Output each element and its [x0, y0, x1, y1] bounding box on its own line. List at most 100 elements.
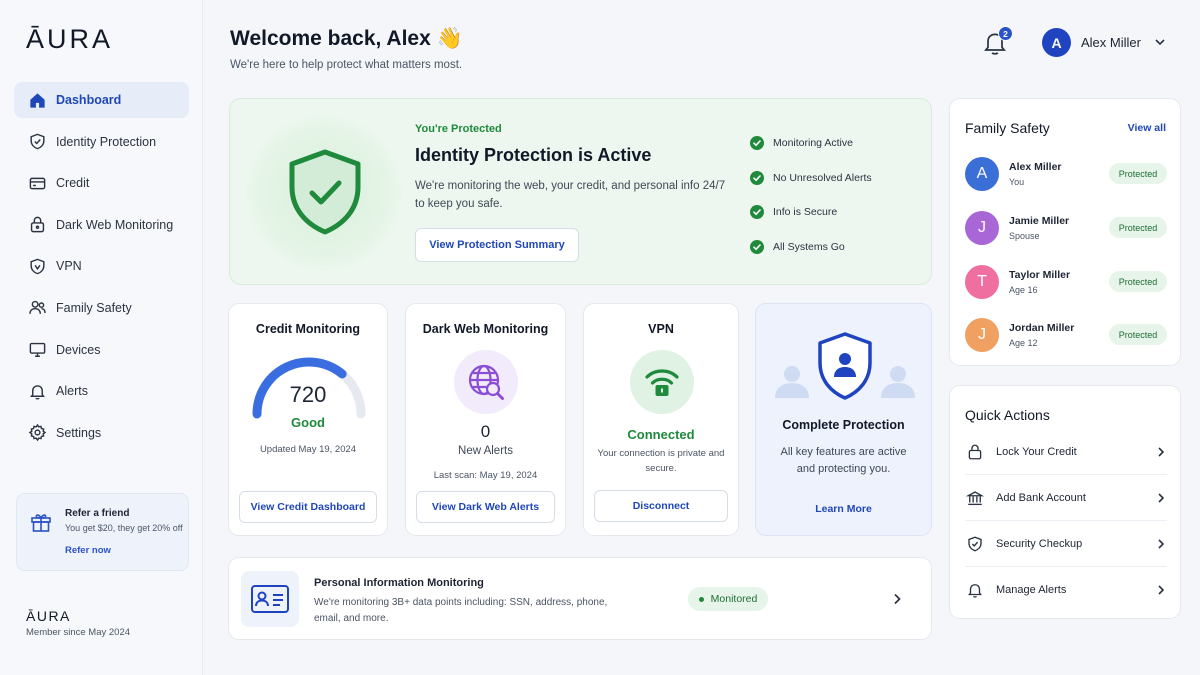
- globe-search-illustration: [454, 350, 518, 414]
- vpn-status: Connected: [627, 427, 695, 442]
- view-all-link[interactable]: View all: [1128, 122, 1166, 134]
- id-card-icon: [251, 585, 289, 613]
- protection-description: We're monitoring the web, your credit, a…: [415, 180, 726, 210]
- vpn-shield-icon: [27, 256, 47, 276]
- protection-status-card: You're Protected Identity Protection is …: [229, 98, 932, 285]
- sidebar: ĀURA Dashboard Identity Protection Credi…: [0, 0, 203, 675]
- user-name[interactable]: Alex Miller: [1081, 35, 1141, 50]
- quick-action-lock-credit[interactable]: Lock Your Credit: [965, 429, 1167, 475]
- panel-title: Quick Actions: [965, 407, 1050, 423]
- personal-information-monitoring-card[interactable]: Personal Information Monitoring We're mo…: [228, 557, 932, 640]
- family-member-row[interactable]: A Alex Miller You Protected: [965, 157, 1167, 193]
- protected-badge: Protected: [1109, 271, 1167, 292]
- vpn-description: Your connection is private and secure.: [597, 448, 725, 474]
- check-item: Monitoring Active: [750, 135, 872, 151]
- page-subtitle: We're here to help protect what matters …: [230, 59, 463, 71]
- sidebar-nav: Dashboard Identity Protection Credit Dar…: [14, 82, 189, 456]
- family-member-row[interactable]: T Taylor Miller Age 16 Protected: [965, 265, 1167, 301]
- credit-updated: Updated May 19, 2024: [259, 444, 357, 455]
- sidebar-item-vpn[interactable]: VPN: [14, 248, 189, 284]
- family-shield-illustration: [775, 332, 915, 400]
- sidebar-item-label: Devices: [56, 342, 101, 357]
- gift-icon: [31, 514, 51, 532]
- check-circle-icon: [750, 240, 764, 255]
- sidebar-item-identity-protection[interactable]: Identity Protection: [14, 124, 189, 160]
- sidebar-item-alerts[interactable]: Alerts: [14, 373, 189, 409]
- sidebar-item-dashboard[interactable]: Dashboard: [14, 82, 189, 118]
- sidebar-item-dark-web-monitoring[interactable]: Dark Web Monitoring: [14, 207, 189, 243]
- protected-badge: Protected: [1109, 217, 1167, 238]
- bell-icon: [965, 580, 985, 600]
- protected-badge: Protected: [1109, 163, 1167, 184]
- protection-checklist: Monitoring Active No Unresolved Alerts I…: [750, 135, 872, 274]
- chevron-right-icon: [1158, 585, 1165, 595]
- user-avatar[interactable]: A: [1042, 28, 1071, 57]
- complete-protection-title: Complete Protection: [782, 418, 905, 432]
- aura-logo[interactable]: ĀURA: [26, 24, 113, 55]
- learn-more-link[interactable]: Learn More: [756, 503, 931, 515]
- shield-check-icon: [965, 534, 985, 554]
- dark-web-alert-count: 0: [480, 422, 491, 441]
- sidebar-item-settings[interactable]: Settings: [14, 415, 189, 451]
- protection-title: Identity Protection is Active: [415, 145, 652, 165]
- protected-badge: Protected: [1109, 324, 1167, 345]
- globe-search-icon: [468, 364, 504, 400]
- refer-now-link[interactable]: Refer now: [65, 545, 111, 556]
- sidebar-item-label: Settings: [56, 425, 102, 440]
- vpn-card: VPN Connected Your connection is private…: [583, 303, 739, 536]
- chevron-right-icon[interactable]: [890, 592, 904, 606]
- lock-icon: [27, 215, 47, 235]
- sidebar-item-label: Identity Protection: [56, 134, 157, 149]
- chevron-right-icon: [1158, 492, 1165, 503]
- view-credit-dashboard-button[interactable]: View Credit Dashboard: [239, 491, 377, 523]
- avatar: T: [965, 265, 999, 299]
- complete-protection-card: Complete Protection All key features are…: [755, 303, 932, 536]
- quick-action-security-checkup[interactable]: Security Checkup: [965, 521, 1167, 567]
- quick-action-add-bank-account[interactable]: Add Bank Account: [965, 475, 1167, 521]
- view-dark-web-alerts-button[interactable]: View Dark Web Alerts: [416, 491, 555, 523]
- sidebar-item-family-safety[interactable]: Family Safety: [14, 290, 189, 326]
- monitored-status-badge: Monitored: [688, 587, 768, 611]
- sidebar-item-devices[interactable]: Devices: [14, 332, 189, 368]
- panel-title: Family Safety: [965, 120, 1050, 136]
- quick-action-manage-alerts[interactable]: Manage Alerts: [965, 567, 1167, 613]
- member-role: Age 12: [1009, 338, 1038, 348]
- family-member-row[interactable]: J Jordan Miller Age 12 Protected: [965, 318, 1167, 354]
- gear-icon: [27, 423, 47, 443]
- monitor-icon: [27, 340, 47, 360]
- family-safety-panel: Family Safety View all A Alex Miller You…: [949, 98, 1181, 366]
- shield-check-icon: [289, 149, 361, 235]
- pim-description: We're monitoring 3B+ data points includi…: [314, 597, 608, 624]
- dark-web-last-scan: Last scan: May 19, 2024: [433, 470, 538, 481]
- sidebar-item-label: Family Safety: [56, 300, 132, 315]
- credit-score: 720: [289, 382, 327, 407]
- member-role: Age 16: [1009, 285, 1038, 295]
- lock-icon: [965, 442, 985, 462]
- disconnect-button[interactable]: Disconnect: [594, 490, 728, 522]
- chevron-down-icon[interactable]: [1154, 36, 1166, 48]
- avatar: J: [965, 211, 999, 245]
- family-member-row[interactable]: J Jamie Miller Spouse Protected: [965, 211, 1167, 247]
- sidebar-item-label: Dashboard: [56, 93, 122, 107]
- notification-count-badge: 2: [998, 26, 1013, 41]
- dark-web-monitoring-card: Dark Web Monitoring 0 New Alerts Last sc…: [405, 303, 566, 536]
- sidebar-item-credit[interactable]: Credit: [14, 165, 189, 201]
- view-protection-summary-button[interactable]: View Protection Summary: [415, 228, 579, 262]
- check-item: All Systems Go: [750, 239, 872, 255]
- refer-description: You get $20, they get 20% off: [65, 523, 183, 533]
- vpn-illustration: [630, 350, 694, 414]
- member-name: Jamie Miller: [1009, 215, 1070, 227]
- complete-protection-description: All key features are active and protecti…: [780, 446, 907, 475]
- avatar: J: [965, 318, 999, 352]
- id-card-illustration: [241, 571, 299, 627]
- member-name: Alex Miller: [1009, 161, 1062, 173]
- sidebar-item-label: Credit: [56, 176, 90, 191]
- pim-title: Personal Information Monitoring: [314, 577, 484, 589]
- shield-illustration: [246, 115, 402, 271]
- users-icon: [27, 298, 47, 318]
- check-item: No Unresolved Alerts: [750, 170, 872, 186]
- aura-logo-small: ĀURA: [26, 608, 71, 624]
- member-role: Spouse: [1009, 231, 1040, 241]
- bank-icon: [965, 488, 985, 508]
- card-title: Dark Web Monitoring: [422, 322, 549, 336]
